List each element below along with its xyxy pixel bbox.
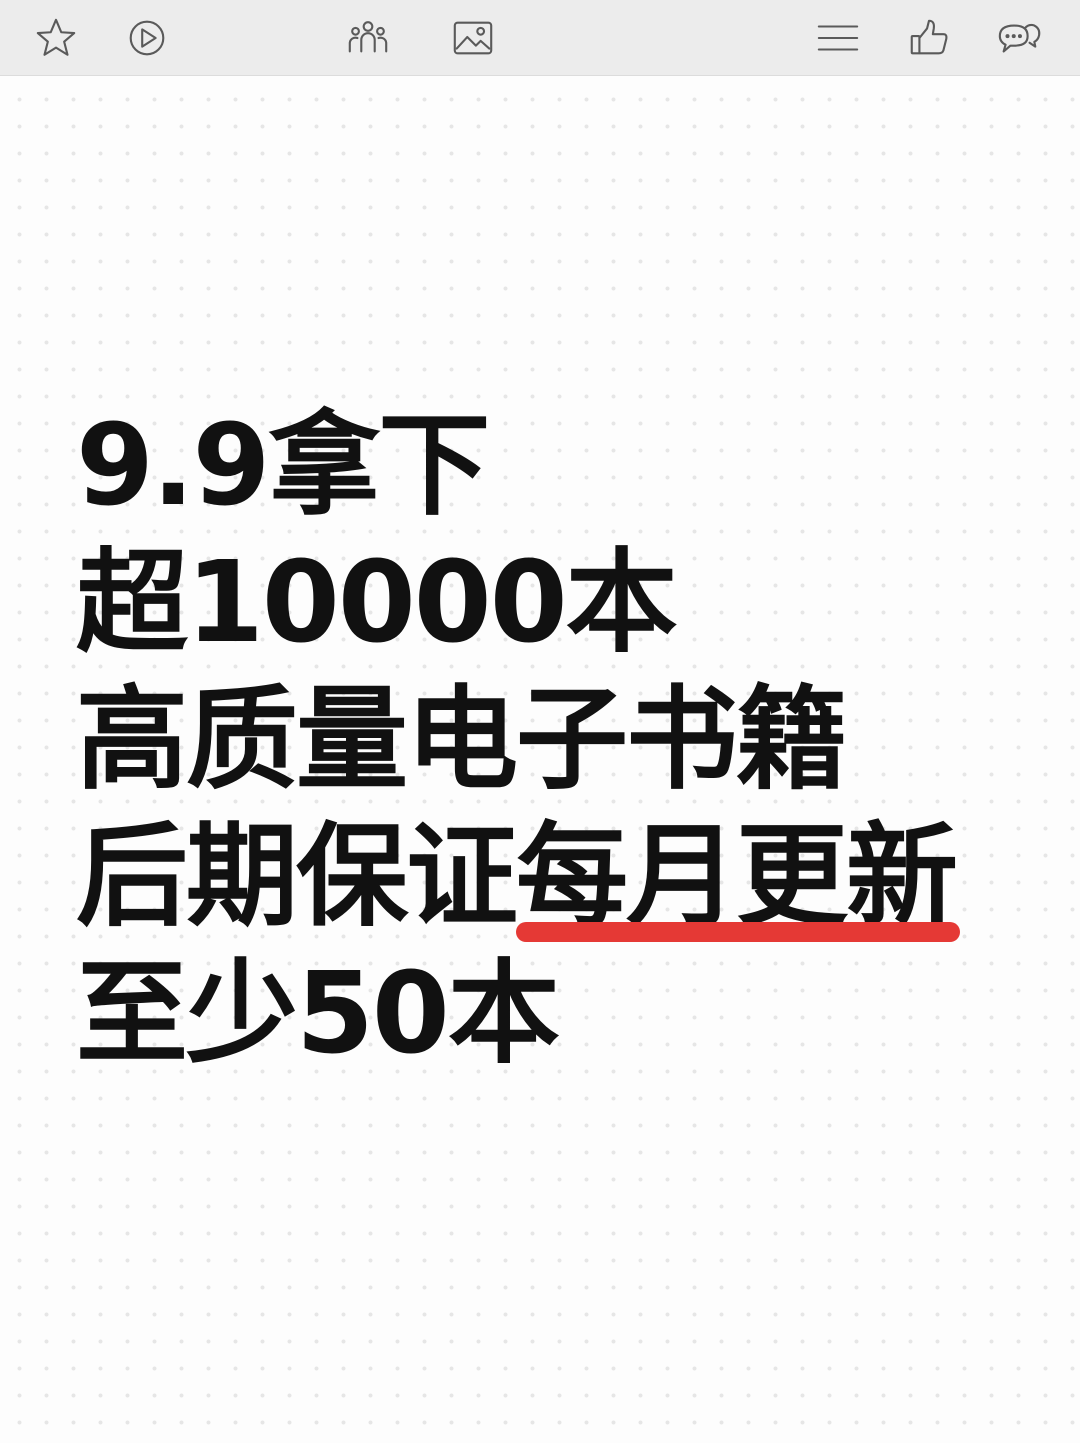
- headline-line-5: 至少50本: [76, 949, 560, 1079]
- people-button[interactable]: [344, 14, 392, 62]
- comments-icon: [998, 23, 1041, 53]
- play-button[interactable]: [123, 14, 171, 62]
- headline-line-4-plain: 后期保证: [76, 812, 518, 942]
- favorite-button[interactable]: [32, 14, 80, 62]
- image-button[interactable]: [449, 14, 497, 62]
- people-icon: [348, 21, 388, 53]
- thumbs-up-icon: [910, 19, 948, 55]
- headline-line-1: 9.9拿下: [76, 401, 490, 531]
- top-toolbar: [0, 0, 1080, 76]
- headline-line-2: 超10000本: [76, 538, 678, 668]
- red-underline: [516, 922, 960, 942]
- headline-line-4: 后期保证每月更新: [76, 809, 1036, 946]
- menu-icon: [817, 25, 859, 51]
- headline-text: 9.9拿下 超10000本 高质量电子书籍 后期保证每月更新 至少50本: [76, 398, 1036, 1083]
- star-icon: [36, 18, 76, 56]
- comments-button[interactable]: [995, 14, 1043, 62]
- highlighted-phrase: 每月更新: [516, 809, 960, 946]
- image-icon: [453, 21, 493, 55]
- headline-line-3: 高质量电子书籍: [76, 675, 848, 805]
- menu-button[interactable]: [814, 14, 862, 62]
- play-icon: [129, 20, 165, 56]
- like-button[interactable]: [905, 14, 953, 62]
